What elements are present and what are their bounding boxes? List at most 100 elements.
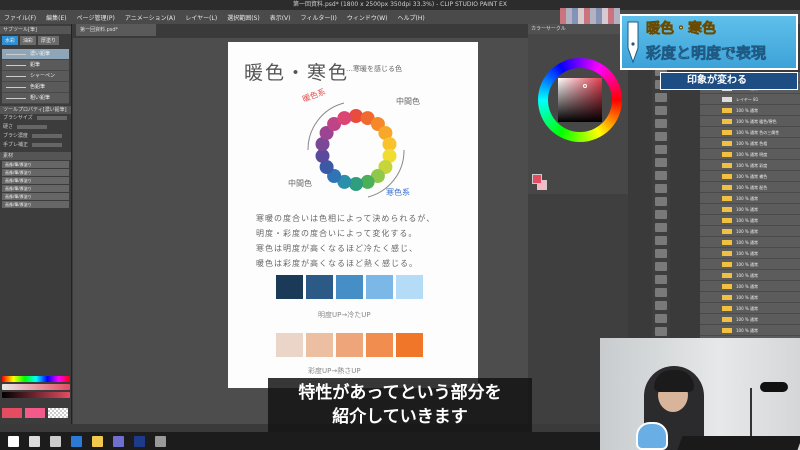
brush-item[interactable]: 鉛筆 (2, 60, 69, 71)
search-icon[interactable] (29, 435, 40, 447)
saturation-slider[interactable] (2, 384, 70, 390)
tool-button[interactable] (655, 106, 667, 115)
explanation-text: 寒暖の度合いは色相によって決められるが、 明度・彩度の度合いによって変化する。 … (256, 211, 466, 271)
tool-button[interactable] (655, 327, 667, 336)
brush-tab[interactable]: 厚塗り (38, 36, 60, 45)
tool-button[interactable] (655, 132, 667, 141)
layer-folder-row[interactable]: 100 % 通常 (700, 303, 800, 314)
material-row[interactable]: 画像/筆/厚塗り (2, 201, 69, 208)
brush-item[interactable]: 色鉛筆 (2, 82, 69, 93)
taskview-icon[interactable] (50, 435, 61, 447)
cool-palette (276, 275, 423, 299)
menu-item[interactable]: 表示(V) (270, 13, 291, 22)
saturation-value-square[interactable] (558, 78, 602, 122)
menu-item[interactable]: フィルター(I) (301, 13, 337, 22)
canvas-document[interactable]: 暖色・寒色 …寒暖を感じる色 暖色系 中間色 中間色 寒色系 寒暖の度合いは色相… (228, 42, 478, 388)
layer-folder-row[interactable]: 100 % 通常 (700, 193, 800, 204)
photoshop-icon[interactable] (134, 435, 145, 447)
layer-folder-row[interactable]: 100 % 通常 彩度 (700, 160, 800, 171)
menu-item[interactable]: レイヤー(L) (185, 13, 217, 22)
wheel-color-dot (349, 109, 363, 123)
sub-color-swatch[interactable] (25, 408, 45, 418)
tool-property-row[interactable]: ブラシサイズ (0, 114, 71, 123)
layer-folder-row[interactable]: 100 % 通常 (700, 204, 800, 215)
wheel-color-dot (349, 177, 363, 191)
material-row[interactable]: 画像/筆/厚塗り (2, 177, 69, 184)
menu-item[interactable]: ヘルプ(H) (397, 13, 424, 22)
current-colors (532, 174, 547, 190)
color-picker-cursor[interactable] (583, 84, 587, 88)
brush-item[interactable]: 濃い鉛筆 (2, 49, 69, 60)
tool-button[interactable] (655, 184, 667, 193)
layer-folder-row[interactable]: 100 % 通常 (700, 270, 800, 281)
store-icon[interactable] (113, 435, 124, 447)
layer-folder-row[interactable]: 100 % 通常 暖色/寒色 (700, 116, 800, 127)
layer-folder-row[interactable]: 100 % 通常 (700, 281, 800, 292)
app-window: 第一回資料.psd* (1800 x 2500px 350dpi 33.3%) … (0, 0, 800, 450)
brush-tab[interactable]: 油彩 (20, 36, 37, 45)
clipstudio-icon[interactable] (155, 435, 166, 447)
tool-button[interactable] (655, 288, 667, 297)
layer-folder-row[interactable]: 100 % 通常 (700, 314, 800, 325)
tool-property-header: ツールプロパティ[濃い鉛筆] (0, 106, 71, 114)
layer-folder-row[interactable]: 100 % 通常 (700, 237, 800, 248)
tool-property-slider[interactable] (32, 142, 63, 147)
value-slider[interactable] (2, 392, 70, 398)
menu-item[interactable]: ウィンドウ(W) (347, 13, 388, 22)
tool-button[interactable] (655, 171, 667, 180)
brush-tab[interactable]: 水彩 (2, 36, 19, 45)
material-row[interactable]: 画像/筆/厚塗り (2, 169, 69, 176)
tool-button[interactable] (655, 236, 667, 245)
layer-folder-row[interactable]: 100 % 通常 色の三属性 (700, 127, 800, 138)
color-swatches (2, 408, 68, 418)
material-row[interactable]: 画像/筆/厚塗り (2, 161, 69, 168)
hue-slider[interactable] (2, 376, 70, 382)
menu-item[interactable]: ファイル(F) (4, 13, 36, 22)
layer-folder-row[interactable]: 100 % 通常 色相 (700, 138, 800, 149)
tool-button[interactable] (655, 314, 667, 323)
layer-folder-row[interactable]: 100 % 通常 (700, 226, 800, 237)
menu-item[interactable]: アニメーション(A) (125, 13, 176, 22)
material-row[interactable]: 画像/筆/厚塗り (2, 185, 69, 192)
tool-button[interactable] (655, 223, 667, 232)
layer-row[interactable]: レイヤー 81 (700, 94, 800, 105)
tool-property-row[interactable]: 手ブレ補正 (0, 141, 71, 150)
main-color-chip[interactable] (532, 174, 542, 184)
brush-item[interactable]: シャーペン (2, 71, 69, 82)
tool-button[interactable] (655, 145, 667, 154)
explorer-icon[interactable] (92, 435, 103, 447)
layer-folder-row[interactable]: 100 % 通常 (700, 248, 800, 259)
layer-folder-row[interactable]: 100 % 通常 明度 (700, 149, 800, 160)
tool-button[interactable] (655, 249, 667, 258)
tool-property-slider[interactable] (36, 115, 67, 120)
tool-property-slider[interactable] (17, 124, 48, 129)
tool-button[interactable] (655, 262, 667, 271)
main-color-swatch[interactable] (2, 408, 22, 418)
document-tab[interactable]: 第一回資料.psd* (76, 24, 156, 36)
tool-property-row[interactable]: ブラシ濃度 (0, 132, 71, 141)
layer-folder-row[interactable]: 100 % 通常 (700, 292, 800, 303)
layer-folder-row[interactable]: 100 % 通常 (700, 105, 800, 116)
tool-button[interactable] (655, 158, 667, 167)
material-row[interactable]: 画像/筆/厚塗り (2, 193, 69, 200)
menu-item[interactable]: 選択範囲(S) (227, 13, 260, 22)
menu-item[interactable]: ページ管理(P) (77, 13, 115, 22)
menu-item[interactable]: 編集(E) (46, 13, 66, 22)
layer-folder-row[interactable]: 100 % 通常 (700, 325, 800, 336)
edge-icon[interactable] (71, 435, 82, 447)
tool-button[interactable] (655, 197, 667, 206)
layer-folder-row[interactable]: 100 % 通常 (700, 259, 800, 270)
layer-folder-row[interactable]: 100 % 通常 配色 (700, 182, 800, 193)
tool-button[interactable] (655, 275, 667, 284)
brush-item[interactable]: 粗い鉛筆 (2, 93, 69, 104)
tool-button[interactable] (655, 93, 667, 102)
transparent-swatch[interactable] (48, 408, 68, 418)
tool-button[interactable] (655, 301, 667, 310)
layer-folder-row[interactable]: 100 % 通常 補色 (700, 171, 800, 182)
tool-property-row[interactable]: 硬さ (0, 123, 71, 132)
windows-icon[interactable] (8, 435, 19, 447)
tool-property-slider[interactable] (31, 133, 62, 138)
tool-button[interactable] (655, 210, 667, 219)
tool-button[interactable] (655, 119, 667, 128)
layer-folder-row[interactable]: 100 % 通常 (700, 215, 800, 226)
